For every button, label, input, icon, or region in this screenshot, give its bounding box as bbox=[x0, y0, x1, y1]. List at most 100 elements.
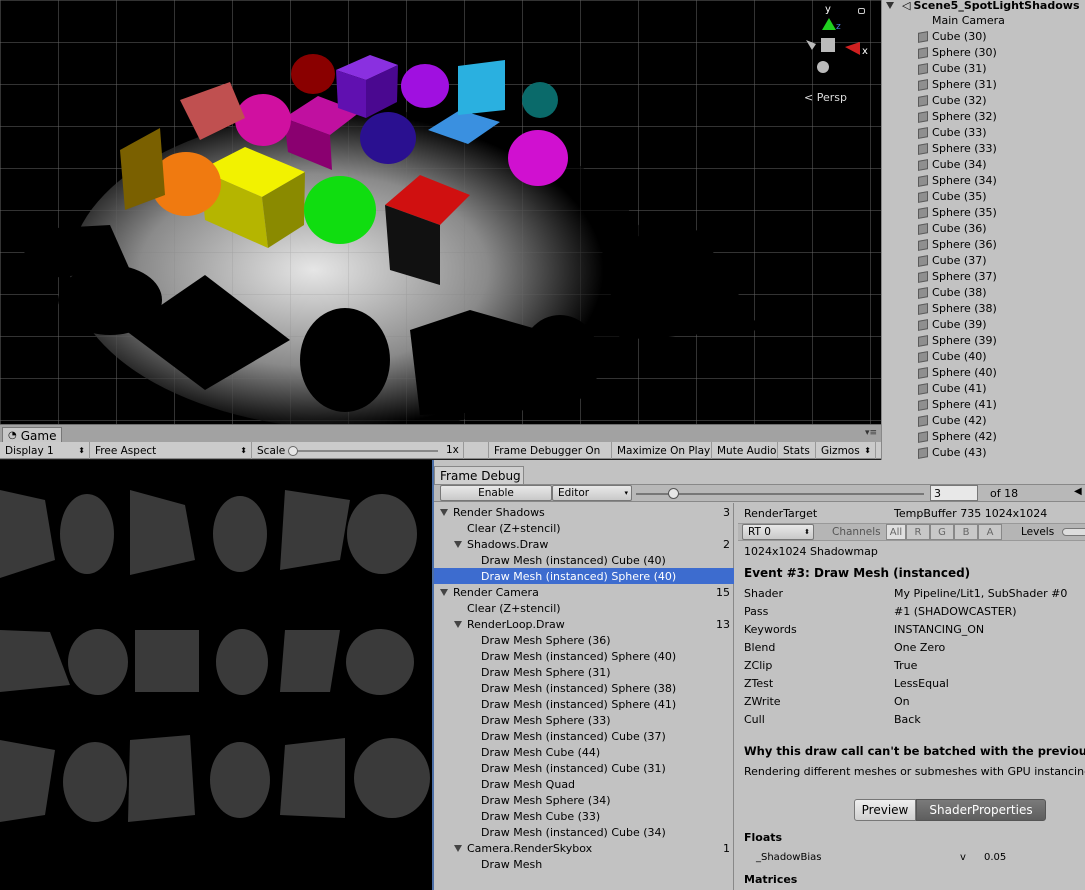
event-tree-row[interactable]: Clear (Z+stencil) bbox=[434, 600, 734, 616]
hierarchy-root[interactable]: ◁ Scene5_SpotLightShadows bbox=[882, 0, 1085, 12]
event-tree-row[interactable]: Draw Mesh Sphere (34) bbox=[434, 792, 734, 808]
hierarchy-item[interactable]: Sphere (30) bbox=[882, 44, 1085, 60]
event-tree-row[interactable]: Draw Mesh (instanced) Cube (34) bbox=[434, 824, 734, 840]
hierarchy-item-label: Sphere (33) bbox=[932, 141, 997, 155]
event-tree-label: Render Shadows bbox=[453, 505, 545, 519]
event-index-field[interactable]: 3 bbox=[930, 485, 978, 501]
hierarchy-item[interactable]: Cube (43) bbox=[882, 444, 1085, 460]
expand-triangle-icon[interactable] bbox=[440, 588, 448, 596]
hierarchy-item[interactable]: Sphere (32) bbox=[882, 108, 1085, 124]
tab-frame-debug[interactable]: Frame Debug bbox=[434, 466, 524, 484]
event-tree-row[interactable]: Clear (Z+stencil) bbox=[434, 520, 734, 536]
channel-button[interactable]: A bbox=[978, 524, 1002, 540]
hierarchy-item[interactable]: Cube (32) bbox=[882, 92, 1085, 108]
tab-game[interactable]: ◔ Game bbox=[2, 427, 62, 443]
levels-slider[interactable] bbox=[1062, 528, 1085, 536]
hierarchy-item[interactable]: Cube (30) bbox=[882, 28, 1085, 44]
hierarchy-item[interactable]: Sphere (34) bbox=[882, 172, 1085, 188]
hierarchy-item[interactable]: Cube (37) bbox=[882, 252, 1085, 268]
event-tree-row[interactable]: Render Camera 15 bbox=[434, 584, 734, 600]
preview-button[interactable]: Preview bbox=[854, 799, 916, 821]
event-tree-row[interactable]: Draw Mesh (instanced) Sphere (41) bbox=[434, 696, 734, 712]
hierarchy-item-label: Cube (30) bbox=[932, 29, 987, 43]
event-tree-row[interactable]: RenderLoop.Draw 13 bbox=[434, 616, 734, 632]
event-tree-row[interactable]: Draw Mesh Sphere (31) bbox=[434, 664, 734, 680]
channel-button[interactable]: G bbox=[930, 524, 954, 540]
event-tree-row[interactable]: Draw Mesh (instanced) Cube (31) bbox=[434, 760, 734, 776]
hierarchy-item[interactable]: Sphere (33) bbox=[882, 140, 1085, 156]
menu-icon[interactable]: ▾≡ bbox=[865, 428, 877, 438]
expand-triangle-icon[interactable] bbox=[440, 508, 448, 516]
hierarchy-item[interactable]: Sphere (36) bbox=[882, 236, 1085, 252]
display-dropdown[interactable]: Display 1 ⬍ bbox=[0, 442, 90, 459]
hierarchy-item[interactable]: Main Camera bbox=[882, 12, 1085, 28]
tab-frame-debug-label: Frame Debug bbox=[440, 468, 521, 483]
hierarchy-item[interactable]: Sphere (42) bbox=[882, 428, 1085, 444]
hierarchy-item[interactable]: Cube (36) bbox=[882, 220, 1085, 236]
event-tree-row[interactable]: Draw Mesh Quad bbox=[434, 776, 734, 792]
hierarchy-item[interactable]: Cube (42) bbox=[882, 412, 1085, 428]
prev-event-icon[interactable]: ◀ bbox=[1074, 486, 1082, 497]
channel-button[interactable]: B bbox=[954, 524, 978, 540]
hierarchy-item[interactable]: Cube (40) bbox=[882, 348, 1085, 364]
hierarchy-item[interactable]: Sphere (31) bbox=[882, 76, 1085, 92]
event-tree-row[interactable]: Draw Mesh (instanced) Cube (40) bbox=[434, 552, 734, 568]
scene-render bbox=[0, 0, 881, 424]
persp-label[interactable]: < Persp bbox=[804, 91, 847, 104]
mute-toggle[interactable]: Mute Audio bbox=[712, 442, 778, 459]
hierarchy-item[interactable]: Sphere (39) bbox=[882, 332, 1085, 348]
hierarchy-item[interactable]: Cube (35) bbox=[882, 188, 1085, 204]
hierarchy-item[interactable]: Sphere (38) bbox=[882, 300, 1085, 316]
rt-dropdown[interactable]: RT 0 ⬍ bbox=[742, 524, 814, 540]
hierarchy-root-label: Scene5_SpotLightShadows bbox=[913, 0, 1080, 12]
channel-button[interactable]: R bbox=[906, 524, 930, 540]
event-tree-row[interactable]: Render Shadows 3 bbox=[434, 504, 734, 520]
event-tree-row[interactable]: Draw Mesh Cube (33) bbox=[434, 808, 734, 824]
scene-view[interactable]: y z x < Persp bbox=[0, 0, 881, 424]
hierarchy-item[interactable]: Sphere (37) bbox=[882, 268, 1085, 284]
gizmos-dropdown[interactable]: Gizmos ⬍ bbox=[816, 442, 876, 459]
shader-properties-button[interactable]: ShaderProperties bbox=[916, 799, 1046, 821]
lock-icon[interactable] bbox=[858, 8, 865, 14]
hierarchy-item[interactable]: Sphere (40) bbox=[882, 364, 1085, 380]
event-tree-row[interactable]: Draw Mesh Cube (44) bbox=[434, 744, 734, 760]
editor-dropdown[interactable]: Editor ▾ bbox=[552, 485, 632, 501]
event-tree-row[interactable]: Draw Mesh Sphere (33) bbox=[434, 712, 734, 728]
hierarchy-item[interactable]: Cube (31) bbox=[882, 60, 1085, 76]
event-tree-row[interactable]: Draw Mesh (instanced) Cube (37) bbox=[434, 728, 734, 744]
hierarchy-item-label: Cube (33) bbox=[932, 125, 987, 139]
gameobject-icon bbox=[917, 319, 928, 330]
event-tree-row[interactable]: Shadows.Draw 2 bbox=[434, 536, 734, 552]
pacman-icon: ◔ bbox=[8, 430, 17, 441]
expand-triangle-icon[interactable] bbox=[886, 2, 894, 9]
event-tree-row[interactable]: Camera.RenderSkybox 1 bbox=[434, 840, 734, 856]
event-tree-row[interactable]: Draw Mesh Sphere (36) bbox=[434, 632, 734, 648]
hierarchy-item[interactable]: Cube (38) bbox=[882, 284, 1085, 300]
expand-triangle-icon[interactable] bbox=[454, 620, 462, 628]
event-slider-track[interactable] bbox=[636, 493, 924, 495]
hierarchy-item[interactable]: Sphere (41) bbox=[882, 396, 1085, 412]
hierarchy-item-label: Sphere (34) bbox=[932, 173, 997, 187]
maximize-toggle[interactable]: Maximize On Play bbox=[612, 442, 712, 459]
event-tree-row[interactable]: Draw Mesh (instanced) Sphere (40) bbox=[434, 568, 734, 584]
shadowmap-preview bbox=[0, 460, 432, 890]
scale-slider-thumb[interactable] bbox=[288, 446, 298, 456]
hierarchy-item[interactable]: Cube (33) bbox=[882, 124, 1085, 140]
expand-triangle-icon[interactable] bbox=[454, 844, 462, 852]
event-tree-row[interactable]: Draw Mesh bbox=[434, 856, 734, 872]
hierarchy-item[interactable]: Sphere (35) bbox=[882, 204, 1085, 220]
hierarchy-item[interactable]: Cube (39) bbox=[882, 316, 1085, 332]
scale-slider-track[interactable] bbox=[290, 450, 438, 452]
hierarchy-item[interactable]: Cube (34) bbox=[882, 156, 1085, 172]
event-tree-row[interactable]: Draw Mesh (instanced) Sphere (38) bbox=[434, 680, 734, 696]
event-tree-label: Draw Mesh (instanced) Sphere (40) bbox=[481, 569, 677, 583]
event-slider-thumb[interactable] bbox=[668, 488, 679, 499]
hierarchy-item[interactable]: Cube (41) bbox=[882, 380, 1085, 396]
enable-button[interactable]: Enable bbox=[440, 485, 552, 501]
aspect-dropdown[interactable]: Free Aspect ⬍ bbox=[90, 442, 252, 459]
frame-debugger-toggle[interactable]: Frame Debugger On bbox=[488, 442, 612, 459]
expand-triangle-icon[interactable] bbox=[454, 540, 462, 548]
event-tree-row[interactable]: Draw Mesh (instanced) Sphere (40) bbox=[434, 648, 734, 664]
stats-toggle[interactable]: Stats bbox=[778, 442, 816, 459]
channel-button[interactable]: All bbox=[886, 524, 906, 540]
